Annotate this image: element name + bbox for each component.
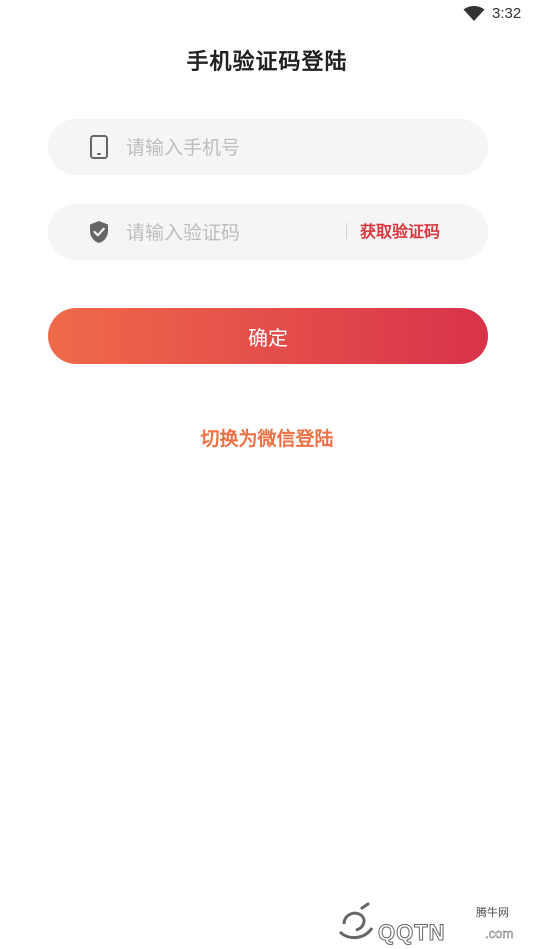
shield-check-icon: [90, 221, 108, 243]
status-time: 3:32: [492, 5, 522, 22]
switch-to-wechat-login-link[interactable]: 切换为微信登陆: [0, 424, 534, 451]
watermark-suffix: .com: [485, 926, 514, 942]
status-bar: 3:32: [0, 0, 534, 30]
watermark-logo-icon: [338, 902, 374, 939]
watermark-chinese: 腾牛网: [476, 906, 509, 919]
code-field[interactable]: 获取验证码: [48, 204, 488, 262]
wifi-icon: [463, 6, 485, 21]
page-title: 手机验证码登陆: [186, 50, 348, 75]
field-divider: [346, 223, 347, 239]
watermark-text: QQTN: [378, 920, 446, 946]
phone-input[interactable]: [124, 119, 428, 177]
phone-field[interactable]: [48, 119, 488, 177]
confirm-button[interactable]: 确定: [48, 308, 488, 364]
get-code-button[interactable]: 获取验证码: [360, 204, 440, 260]
phone-icon: [90, 135, 108, 159]
code-input[interactable]: [124, 204, 348, 262]
